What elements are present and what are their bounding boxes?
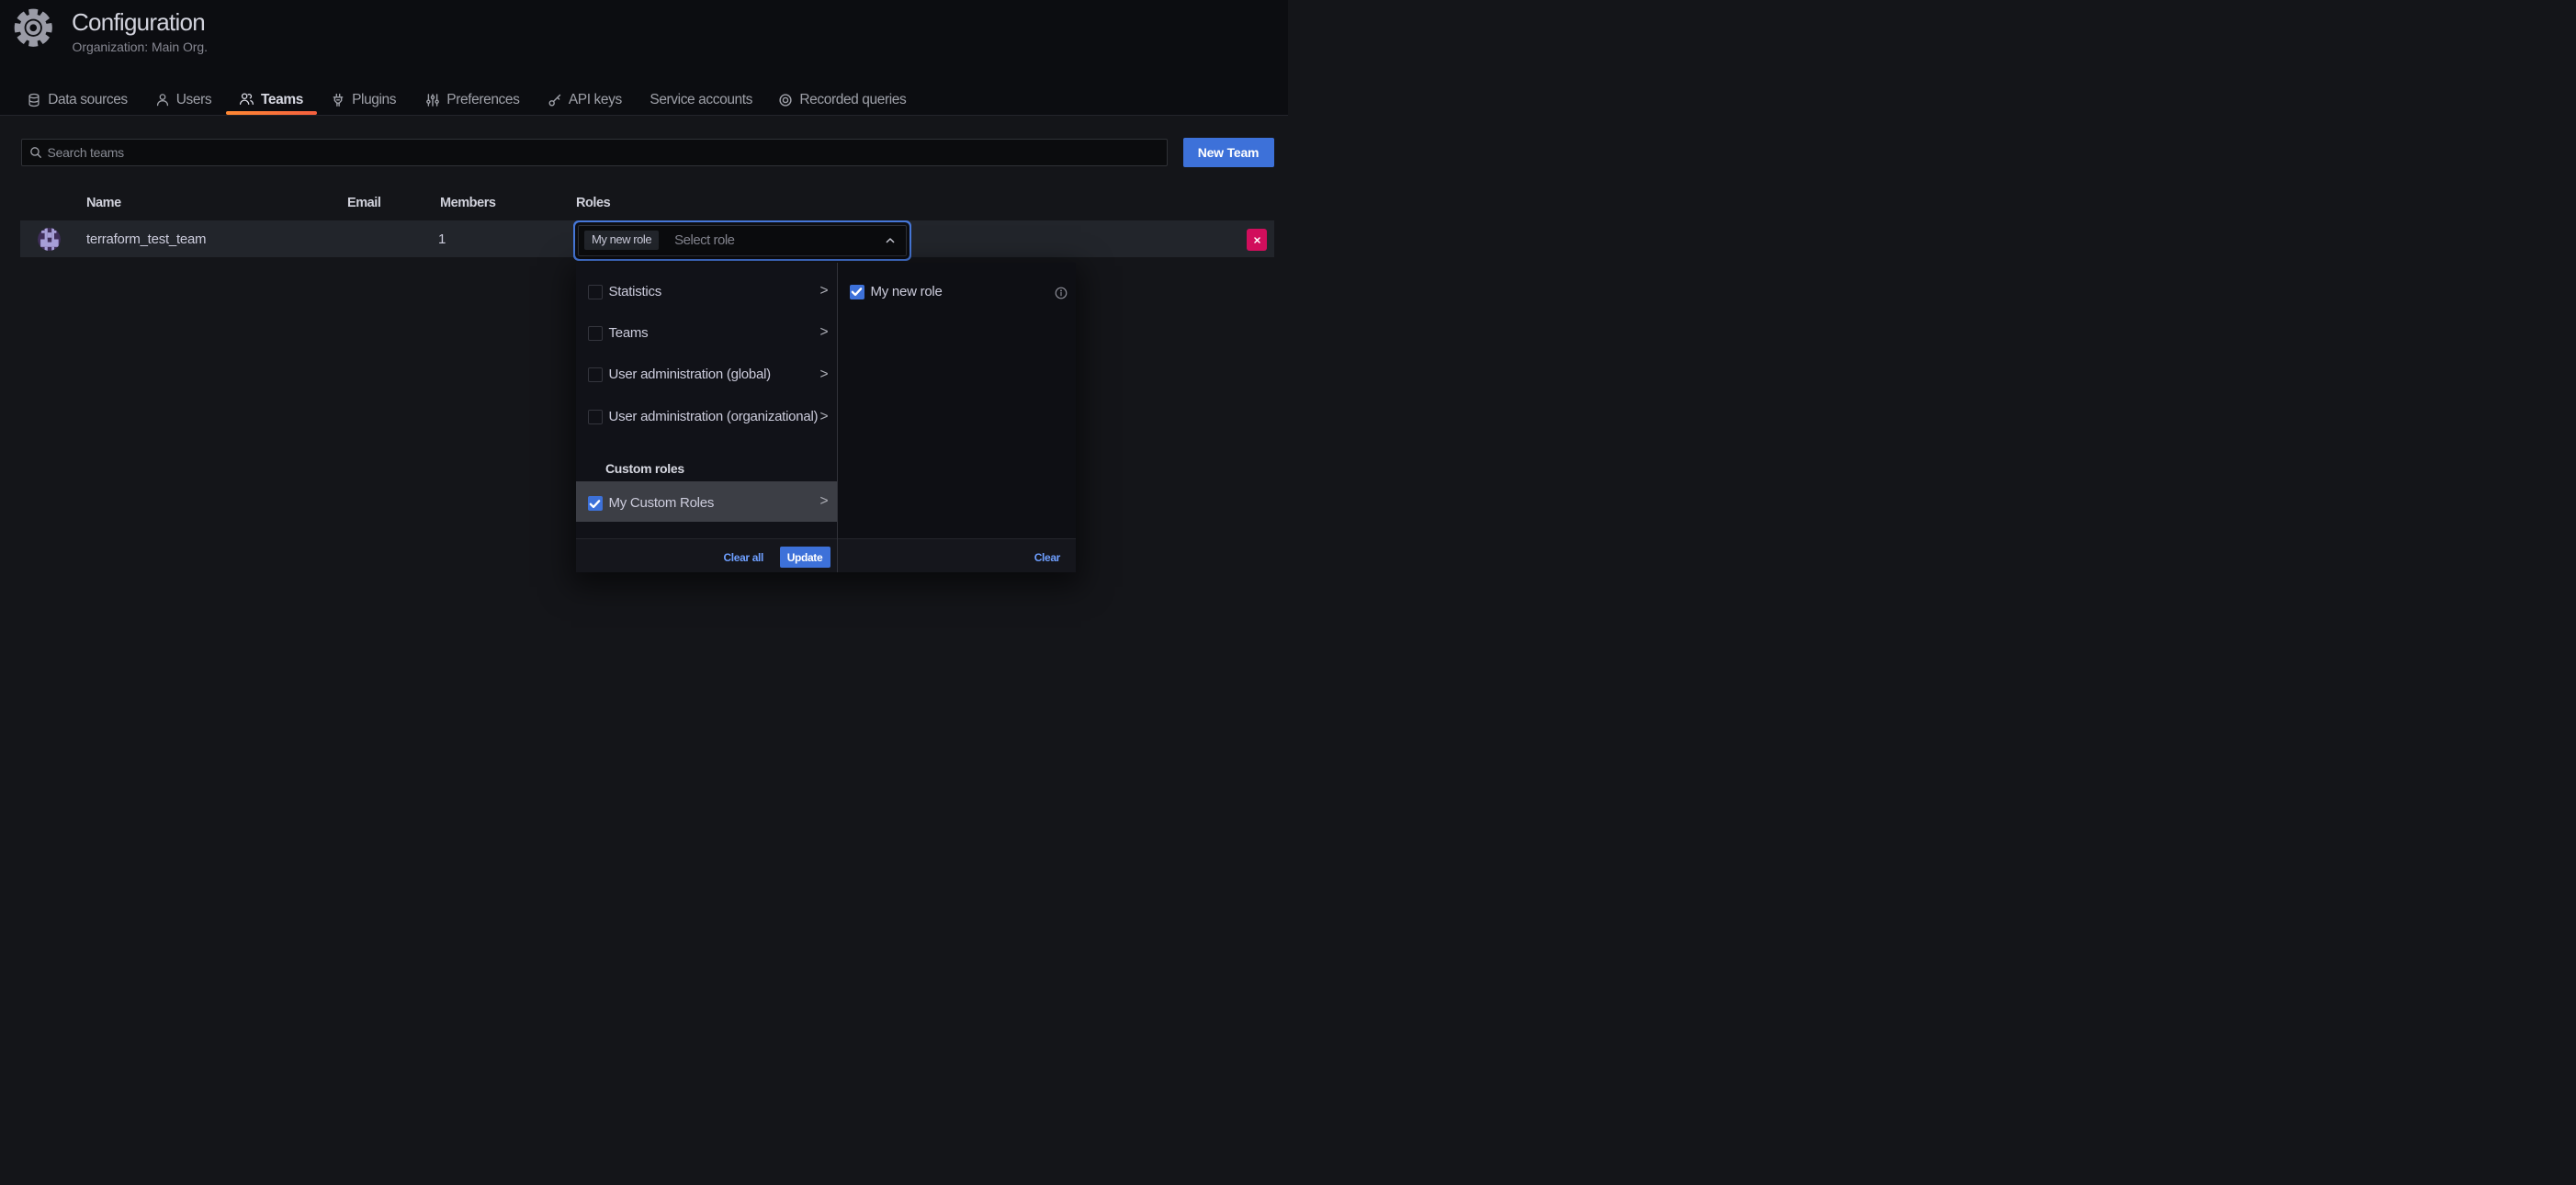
team-name[interactable]: terraform_test_team [86,231,206,247]
remove-team-button[interactable] [1247,229,1267,251]
team-avatar [38,228,61,251]
tab-label: Service accounts [650,92,752,108]
checkbox-statistics[interactable] [588,285,603,299]
menu-item-teams[interactable]: Teams > [576,319,838,348]
chevron-right-glyph: > [820,493,829,510]
column-header-roles: Roles [576,195,610,211]
chevron-right-glyph: > [820,324,829,341]
check-icon [851,286,863,298]
chevron-right-glyph: > [820,367,829,383]
tab-api-keys[interactable]: API keys [548,90,622,110]
page-title: Configuration [72,10,205,34]
chevron-right-glyph: > [820,283,829,299]
info-icon[interactable] [1055,287,1068,299]
sliders-icon [425,93,440,107]
database-icon [27,93,41,107]
users-icon [240,93,254,107]
role-submenu-panel: My new role Clear [838,263,1076,572]
tab-label: Teams [261,92,303,108]
checkbox-teams[interactable] [588,326,603,341]
clear-all-button[interactable]: Clear all [723,551,763,564]
close-icon [1254,237,1260,243]
tab-label: Users [176,92,211,108]
page-header: Configuration Organization: Main Org. Da… [0,0,1288,116]
column-header-email: Email [347,195,380,211]
tab-users[interactable]: Users [155,90,211,110]
menu-item-label: Teams [609,325,649,342]
search-input[interactable] [21,139,1168,166]
menu-group-header: Custom roles [605,461,684,477]
user-icon [155,93,170,107]
update-button[interactable]: Update [780,547,830,568]
role-picker-menu: Statistics > Teams > User administration… [576,263,1077,572]
role-tag[interactable]: My new role [584,231,659,250]
tab-label: API keys [569,92,622,108]
role-placeholder: Select role [674,232,734,248]
role-menu-panel: Statistics > Teams > User administration… [576,263,839,572]
tab-recorded-queries[interactable]: Recorded queries [778,90,906,110]
role-picker-input[interactable]: My new role Select role [578,225,907,256]
menu-item-label: My Custom Roles [609,495,715,512]
menu-item-label: User administration (global) [609,367,771,383]
clear-button[interactable]: Clear [1034,551,1060,564]
gear-icon [13,7,54,49]
menu-item-label: Statistics [609,284,662,300]
menu-item-user-admin-org[interactable]: User administration (organizational) > [576,402,838,432]
key-icon [548,93,562,107]
chevron-right-glyph: > [820,409,829,425]
menu-footer: Clear all Update [576,538,838,572]
new-team-button[interactable]: New Team [1183,138,1274,167]
plug-icon [331,93,345,107]
chevron-up-icon[interactable] [885,237,896,244]
tab-teams[interactable]: Teams [240,90,303,110]
menu-item-user-admin-global[interactable]: User administration (global) > [576,360,838,389]
menu-item-label: User administration (organizational) [609,409,819,425]
column-header-members: Members [440,195,496,211]
tab-plugins[interactable]: Plugins [331,90,396,110]
checkbox-my-custom-roles[interactable] [588,496,603,511]
checkbox-user-admin-org[interactable] [588,410,603,424]
tab-service-accounts[interactable]: Service accounts [650,90,752,110]
submenu-footer: Clear [838,538,1076,572]
page-subtitle: Organization: Main Org. [73,39,208,55]
tab-label: Data sources [48,92,128,108]
menu-item-my-custom-roles[interactable]: My Custom Roles > [576,481,838,522]
submenu-item-label: My new role [871,284,943,300]
menu-item-statistics[interactable]: Statistics > [576,277,838,307]
checkbox-my-new-role[interactable] [850,285,864,299]
tab-label: Preferences [446,92,519,108]
team-members-count: 1 [438,231,446,247]
tab-label: Recorded queries [799,92,906,108]
active-tab-underline [226,111,317,115]
check-icon [589,498,601,510]
tab-preferences[interactable]: Preferences [425,90,519,110]
record-icon [778,93,793,107]
tab-label: Plugins [352,92,396,108]
tab-data-sources[interactable]: Data sources [27,90,128,110]
checkbox-user-admin-global[interactable] [588,367,603,382]
column-header-name: Name [86,195,121,211]
submenu-item-my-new-role[interactable]: My new role [838,277,1076,307]
